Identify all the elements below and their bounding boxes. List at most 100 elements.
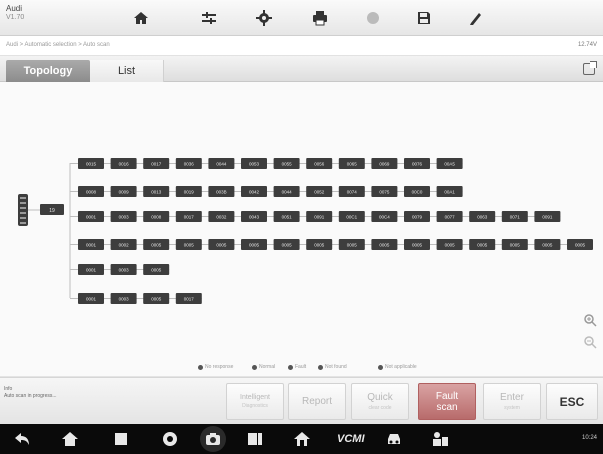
intelligent-diagnostics-button[interactable]: Intelligent Diagnostics [226,383,284,420]
ecu-node-label: 0001 [86,297,97,302]
system-nav-bar: VCMI 10:24 [0,424,603,454]
tab-list[interactable]: List [90,60,164,82]
vehicle-swap-icon[interactable] [198,8,220,28]
tab-topology[interactable]: Topology [6,60,90,82]
esc-label: ESC [559,394,585,409]
ecu-node-label: 0001 [86,243,97,248]
home-icon[interactable] [130,8,152,28]
connector-pin [20,217,26,219]
ecu-node-label: 0017 [184,297,195,302]
browser-icon[interactable] [160,429,180,449]
zoom-out-icon[interactable] [583,335,597,349]
tab-bar: Topology List [0,56,603,82]
connector-pin [20,197,26,199]
ecu-node-label: 0036 [184,162,195,167]
ecu-node-label: 0005 [249,243,260,248]
remote-expert-icon[interactable] [430,429,450,449]
report-button[interactable]: Report [288,383,346,420]
connector-pin [20,207,26,209]
print-icon[interactable] [309,8,331,28]
ecu-node-label: 0052 [314,190,325,195]
report-label: Report [301,396,332,407]
legend-label: Not found [325,364,347,370]
topology-canvas[interactable]: 19 0015 0016 0017 0036 0044 0053 0055 0056 0065 00… [0,82,603,359]
ecu-node-label: 0013 [151,190,162,195]
settings-icon[interactable] [253,8,275,28]
ecu-node-label: 0074 [347,190,358,195]
ecu-node-label: 0075 [379,190,390,195]
ecu-node-label: 0005 [347,243,358,248]
ecu-node-label: 0005 [542,243,553,248]
zoom-in-icon[interactable] [583,313,597,327]
diagnostics-home-icon[interactable] [292,429,312,449]
legend-item: Not applicable [378,364,417,370]
ecu-node-label: 0076 [412,162,423,167]
ecu-node-label: 0069 [379,162,390,167]
ecu-node-label: 0008 [151,215,162,220]
breadcrumb: Audi > Automatic selection > Auto scan [6,42,110,48]
legend-label: Normal [259,364,276,370]
legend-dot [378,364,383,370]
gateway-label: 19 [49,208,55,214]
enter-sub-label: system [504,405,520,411]
save-icon[interactable] [413,8,435,28]
ecu-node-label: 0005 [477,243,488,248]
battery-voltage: 12.74V [577,42,597,48]
ecu-node-label: 0053 [249,162,260,167]
data-logging-icon[interactable] [465,8,487,28]
vehicle-icon[interactable] [384,429,404,449]
connector-pin [20,222,26,224]
camera-icon[interactable] [200,426,226,452]
export-icon[interactable] [583,61,597,75]
ecu-node-label: 0005 [575,243,586,248]
breadcrumb-bar: Audi > Automatic selection > Auto scan 1… [0,36,603,56]
ecu-node-label: 0005 [314,243,325,248]
ecu-node-label: 0065 [347,162,358,167]
vcmi-status[interactable]: VCMI [337,433,365,445]
status-text: Auto scan in progress... [4,393,57,399]
ecu-node-label: 0005 [151,243,162,248]
legend-item: Normal [252,364,275,370]
ecu-node-label: 0077 [445,215,456,220]
ecu-node-label: 00C4 [379,215,390,220]
ecu-node-label: 0005 [282,243,293,248]
legend-item: Not found [318,364,347,370]
back-icon[interactable] [12,429,32,449]
ecu-node-label: 0091 [542,215,553,220]
ecu-node-label: 0005 [184,243,195,248]
intelligent-label: Intelligent [240,394,270,401]
recent-apps-icon[interactable] [111,429,131,449]
ecu-node-label: 0015 [86,162,97,167]
legend-dot [288,364,293,370]
home-nav-icon[interactable] [60,429,80,449]
software-version: V1.70 [6,14,25,21]
legend-label: Fault [295,364,307,370]
screen-record-icon[interactable] [245,429,265,449]
status-message: Info Auto scan in progress... [4,386,57,400]
ecu-node-label: 00C0 [412,190,423,195]
ecu-node-label: 0001 [86,215,97,220]
ecu-node-label: 0001 [86,268,97,273]
fault-scan-button[interactable]: Fault scan [418,383,476,420]
status-title: Info [4,386,13,392]
legend-dot [198,364,203,370]
ecu-node-label: 0055 [282,162,293,167]
intelligent-sub-label: Diagnostics [242,403,268,409]
ecu-node-label: 0091 [314,215,325,220]
legend-label: Not applicable [385,364,417,370]
ecu-node-label: 0005 [216,243,227,248]
quick-clear-code-button[interactable]: Quick clear code [351,383,409,420]
ecu-node-label: 0042 [249,190,260,195]
ecu-node-label: 0016 [119,162,130,167]
ecu-node-label: 0005 [379,243,390,248]
ecu-node-label: 00A1 [444,190,455,195]
vehicle-brand: Audi V1.70 [6,4,24,22]
esc-button[interactable]: ESC [546,383,598,420]
quick-sub-label: clear code [368,405,392,411]
status-legend: No response Normal Fault Not found Not a… [0,359,603,377]
ecu-node-label: 0079 [412,215,423,220]
ecu-node-label: 0063 [477,215,488,220]
help-icon[interactable] [362,8,384,28]
legend-label: No response [205,364,234,370]
enter-system-button[interactable]: Enter system [483,383,541,420]
